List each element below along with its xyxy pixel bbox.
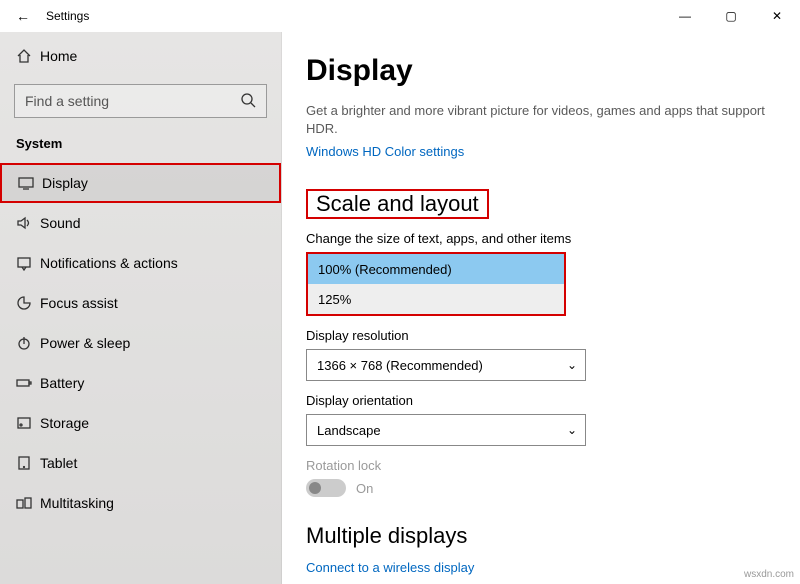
home-label: Home xyxy=(40,48,77,64)
page-title: Display xyxy=(306,54,776,88)
sidebar-item-power[interactable]: Power & sleep xyxy=(0,323,281,363)
hdr-description: Get a brighter and more vibrant picture … xyxy=(306,102,776,138)
category-label: System xyxy=(0,132,281,163)
sidebar-item-label: Power & sleep xyxy=(40,335,130,351)
sidebar-item-display[interactable]: Display xyxy=(0,163,281,203)
search-input[interactable]: Find a setting xyxy=(14,84,267,118)
chevron-down-icon: ⌄ xyxy=(567,423,577,437)
sidebar-item-label: Tablet xyxy=(40,455,77,471)
power-icon xyxy=(16,335,40,351)
multitasking-icon xyxy=(16,495,40,511)
tablet-icon xyxy=(16,455,40,471)
sidebar-item-tablet[interactable]: Tablet xyxy=(0,443,281,483)
resolution-value: 1366 × 768 (Recommended) xyxy=(317,358,483,373)
sidebar-item-label: Display xyxy=(42,175,88,191)
orientation-label: Display orientation xyxy=(306,393,776,408)
watermark: wsxdn.com xyxy=(744,569,794,580)
maximize-button[interactable]: ▢ xyxy=(708,0,754,32)
focus-icon xyxy=(16,295,40,311)
sidebar-item-notifications[interactable]: Notifications & actions xyxy=(0,243,281,283)
minimize-button[interactable]: — xyxy=(662,0,708,32)
storage-icon xyxy=(16,415,40,431)
resolution-dropdown[interactable]: 1366 × 768 (Recommended) ⌄ xyxy=(306,349,586,381)
wireless-link[interactable]: Connect to a wireless display xyxy=(306,560,474,575)
notifications-icon xyxy=(16,255,40,271)
rotation-label: Rotation lock xyxy=(306,458,776,473)
sidebar-item-label: Multitasking xyxy=(40,495,114,511)
sidebar-item-multitasking[interactable]: Multitasking xyxy=(0,483,281,523)
sidebar-item-label: Sound xyxy=(40,215,80,231)
sidebar-item-storage[interactable]: Storage xyxy=(0,403,281,443)
resolution-label: Display resolution xyxy=(306,328,776,343)
scale-option-selected[interactable]: 100% (Recommended) xyxy=(308,254,564,284)
search-placeholder: Find a setting xyxy=(25,93,109,109)
sidebar-item-label: Battery xyxy=(40,375,84,391)
scale-dropdown[interactable]: 100% (Recommended) 125% xyxy=(306,252,566,316)
battery-icon xyxy=(16,375,40,391)
orientation-value: Landscape xyxy=(317,423,381,438)
rotation-state: On xyxy=(356,481,373,496)
window-title: Settings xyxy=(46,9,89,23)
sidebar-item-label: Storage xyxy=(40,415,89,431)
sidebar: Home Find a setting System Display Sound… xyxy=(0,32,282,584)
search-icon xyxy=(240,92,256,111)
scale-heading: Scale and layout xyxy=(316,191,479,216)
scale-option[interactable]: 125% xyxy=(308,284,564,314)
toggle-pill xyxy=(306,479,346,497)
orientation-dropdown[interactable]: Landscape ⌄ xyxy=(306,414,586,446)
back-button[interactable]: ← xyxy=(0,8,46,24)
sidebar-item-label: Focus assist xyxy=(40,295,118,311)
multiple-displays-heading: Multiple displays xyxy=(306,523,776,549)
home-icon xyxy=(16,48,40,64)
display-icon xyxy=(18,175,42,191)
content-pane: Display Get a brighter and more vibrant … xyxy=(282,32,800,584)
sidebar-item-battery[interactable]: Battery xyxy=(0,363,281,403)
hdr-link[interactable]: Windows HD Color settings xyxy=(306,144,464,159)
sidebar-item-focus[interactable]: Focus assist xyxy=(0,283,281,323)
sidebar-item-sound[interactable]: Sound xyxy=(0,203,281,243)
home-nav[interactable]: Home xyxy=(0,36,281,76)
scale-label: Change the size of text, apps, and other… xyxy=(306,231,776,246)
close-button[interactable]: ✕ xyxy=(754,0,800,32)
sidebar-item-label: Notifications & actions xyxy=(40,255,178,271)
chevron-down-icon: ⌄ xyxy=(567,358,577,372)
rotation-toggle: On xyxy=(306,479,776,497)
sound-icon xyxy=(16,215,40,231)
